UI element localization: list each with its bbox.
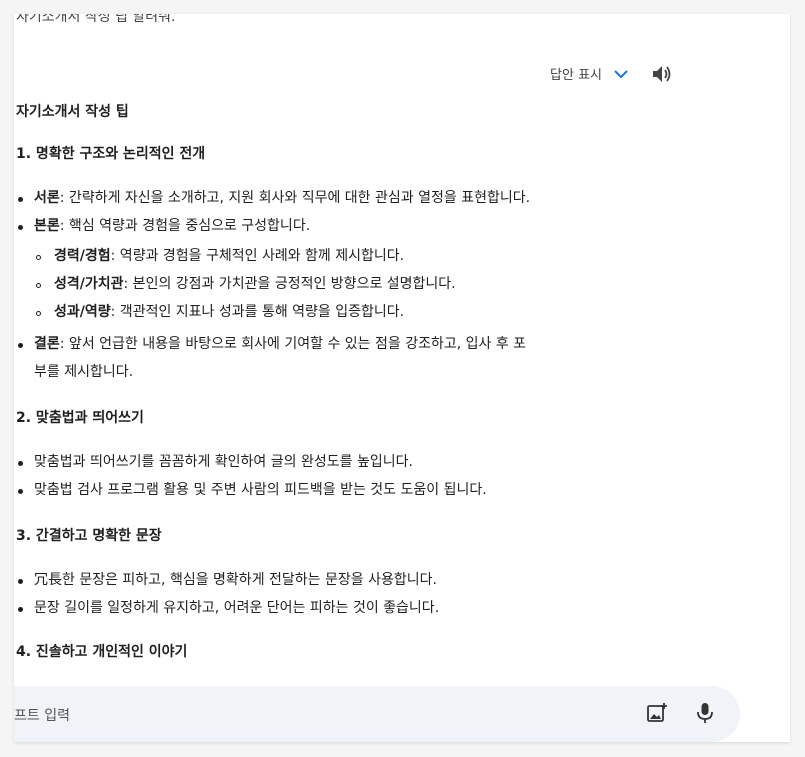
bullet-dot	[18, 225, 23, 230]
sub-list-item: 경력/경험: 역량과 경험을 구체적인 사례와 함께 제시합니다.	[54, 248, 405, 264]
add-image-icon[interactable]	[646, 702, 668, 728]
list-item-continuation: 부를 제시합니다.	[34, 364, 134, 380]
previous-user-message: 자기소개서 작성 팁 알려줘.	[16, 14, 176, 25]
chat-panel: 자기소개서 작성 팁 알려줘. 답안 표시 자기소개서 작성 팁 1. 명확한 …	[14, 14, 790, 742]
sub-bullet-circle	[36, 311, 41, 316]
list-item: 맞춤법과 띄어쓰기를 꼼꼼하게 확인하여 글의 완성도를 높입니다.	[34, 454, 413, 470]
list-item: 맞춤법 검사 프로그램 활용 및 주변 사람의 피드백을 받는 것도 도움이 됩…	[34, 482, 487, 498]
list-item: 서론: 간략하게 자신을 소개하고, 지원 회사와 직무에 대한 관심과 열정을…	[34, 190, 531, 206]
list-item: 결론: 앞서 언급한 내용을 바탕으로 회사에 기여할 수 있는 점을 강조하고…	[34, 336, 527, 352]
section-heading: 1. 명확한 구조와 논리적인 전개	[16, 146, 206, 162]
prompt-input-bar[interactable]: 프트 입력	[14, 686, 740, 742]
speaker-icon[interactable]	[652, 65, 672, 83]
bullet-dot	[18, 343, 23, 348]
bullet-dot	[18, 197, 23, 202]
show-drafts-label: 답안 표시	[550, 68, 602, 83]
chevron-down-icon	[614, 64, 628, 83]
show-drafts-button[interactable]: 답안 표시	[550, 64, 628, 83]
list-item: 본론: 핵심 역량과 경험을 중심으로 구성합니다.	[34, 218, 311, 234]
response-title: 자기소개서 작성 팁	[16, 104, 129, 120]
list-item: 冗長한 문장은 피하고, 핵심을 명확하게 전달하는 문장을 사용합니다.	[34, 572, 437, 588]
prompt-input[interactable]: 프트 입력	[14, 705, 70, 725]
microphone-icon[interactable]	[696, 702, 714, 728]
sub-bullet-circle	[36, 255, 41, 260]
response-controls: 답안 표시	[550, 64, 672, 83]
sub-bullet-circle	[36, 283, 41, 288]
bullet-dot	[18, 461, 23, 466]
list-item: 문장 길이를 일정하게 유지하고, 어려운 단어는 피하는 것이 좋습니다.	[34, 600, 440, 616]
section-heading: 2. 맞춤법과 띄어쓰기	[16, 410, 144, 426]
sub-list-item: 성과/역량: 객관적인 지표나 성과를 통해 역량을 입증합니다.	[54, 304, 405, 320]
bullet-dot	[18, 607, 23, 612]
section-heading: 3. 간결하고 명확한 문장	[16, 528, 162, 544]
bullet-dot	[18, 489, 23, 494]
section-heading: 4. 진솔하고 개인적인 이야기	[16, 644, 188, 660]
bullet-dot	[18, 579, 23, 584]
sub-list-item: 성격/가치관: 본인의 강점과 가치관을 긍정적인 방향으로 설명합니다.	[54, 276, 456, 292]
